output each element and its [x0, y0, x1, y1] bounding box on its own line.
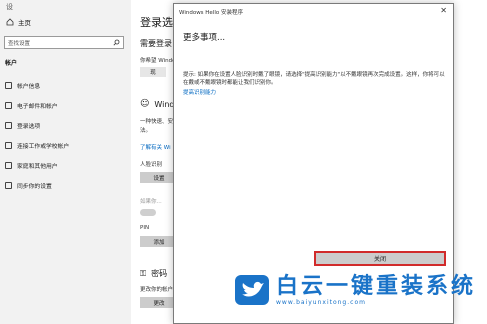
dialog-close-button[interactable]: 关闭 — [314, 251, 446, 266]
dialog-title: Windows Hello 安装程序 — [179, 10, 243, 16]
windows-hello-title: Wind — [154, 99, 175, 109]
password-desc: 更改你的帐户 — [140, 287, 174, 293]
require-signin-heading: 需要登录 — [140, 39, 172, 48]
password-heading: ⚿ 密码 — [140, 268, 167, 279]
search-icon — [113, 39, 120, 46]
sidebar-item-work[interactable]: 连接工作或学校帐户 — [5, 141, 69, 150]
sidebar-item-label: 同步你的设置 — [17, 184, 52, 190]
require-signin-select[interactable]: 现 — [140, 67, 166, 77]
person-icon — [5, 82, 12, 89]
key-icon: ⚿ — [140, 268, 147, 278]
sidebar-item-signin[interactable]: 登录选项 — [5, 121, 40, 130]
key-icon — [5, 122, 12, 129]
sidebar-item-label: 帐户信息 — [17, 84, 41, 90]
hello-desc-line2: 法。 — [140, 128, 152, 134]
sidebar-item-email[interactable]: 电子邮件和帐户 — [5, 101, 58, 110]
sidebar-item-label: 连接工作或学校帐户 — [17, 144, 70, 150]
sidebar-item-account-info[interactable]: 帐户信息 — [5, 81, 40, 90]
nav-section-title: 帐户 — [5, 60, 18, 67]
sidebar-item-family[interactable]: 家庭和其他用户 — [5, 161, 58, 170]
nav-home[interactable]: 主页 — [6, 17, 31, 27]
watermark-url: www.baiyunxitong.com — [276, 298, 366, 306]
learn-more-link[interactable]: 了解有关 Wi — [140, 143, 171, 151]
sidebar-item-label: 家庭和其他用户 — [17, 164, 58, 170]
home-icon — [6, 18, 14, 26]
auto-dismiss-label: 如果你... — [140, 199, 162, 205]
face-icon: ☺ — [140, 99, 150, 109]
dialog-heading: 更多事项... — [183, 33, 226, 43]
mail-icon — [5, 102, 12, 109]
pin-label: PIN — [140, 225, 150, 231]
hello-desc-line1: 一种快速、安 — [140, 119, 174, 125]
face-recognition-label: 人脸识别 — [140, 162, 163, 168]
watermark: 白云一键重装系统 www.baiyunxitong.com — [234, 274, 476, 306]
password-title: 密码 — [151, 269, 168, 278]
dialog-tip-text: 提示: 如果你在设置人脸识别时戴了眼镜，请选择"提高识别能力"以不戴眼镜再次完成… — [183, 72, 445, 86]
bird-logo-icon — [235, 275, 269, 305]
window-title: 设 — [6, 3, 13, 11]
watermark-brand: 白云一键重装系统 — [276, 273, 477, 299]
sync-icon — [5, 182, 12, 189]
settings-sidebar: 设 主页 查找设置 帐户 帐户信息 电子邮件和帐户 登录选项 连接工作或学校帐户… — [0, 0, 131, 324]
watermark-text: 白云一键重装系统 www.baiyunxitong.com — [276, 273, 477, 306]
briefcase-icon — [5, 142, 12, 149]
close-icon[interactable]: ✕ — [440, 6, 447, 15]
people-icon — [5, 162, 12, 169]
search-input[interactable]: 查找设置 — [4, 36, 124, 49]
require-signin-desc: 你希望 Windo — [140, 58, 176, 64]
sidebar-item-label: 登录选项 — [17, 124, 41, 130]
nav-home-label: 主页 — [18, 19, 31, 27]
select-value: 现 — [150, 70, 156, 76]
windows-hello-heading: ☺ Wind — [140, 99, 175, 109]
improve-recognition-link[interactable]: 提高识别能力 — [183, 88, 216, 96]
search-placeholder: 查找设置 — [8, 40, 31, 47]
sidebar-item-sync[interactable]: 同步你的设置 — [5, 181, 52, 190]
sidebar-item-label: 电子邮件和帐户 — [17, 104, 58, 110]
page-title: 登录选 — [140, 16, 173, 29]
auto-dismiss-toggle[interactable] — [140, 209, 156, 216]
